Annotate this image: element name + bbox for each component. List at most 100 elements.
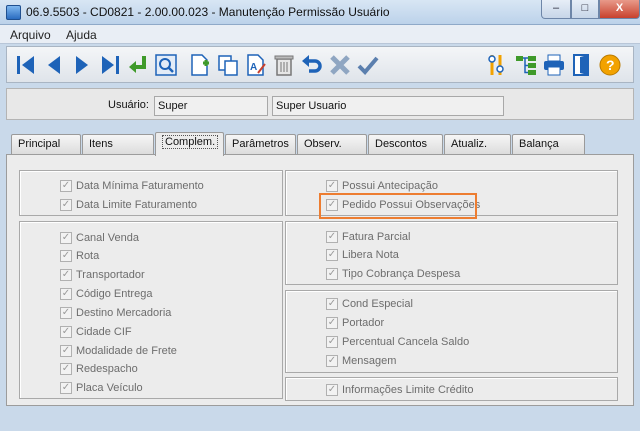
checkbox-label: Rota [76, 250, 100, 262]
checkbox[interactable]: ✓ [60, 307, 72, 319]
checkbox[interactable]: ✓ [60, 232, 72, 244]
checkbox[interactable]: ✓ [60, 199, 72, 211]
tab-complem[interactable]: Complem. [155, 132, 224, 156]
checkbox-row[interactable]: ✓ Data Mínima Faturamento [60, 180, 204, 192]
tab-observ[interactable]: Observ. [297, 134, 367, 154]
checkbox[interactable]: ✓ [326, 231, 338, 243]
checkbox-label: Cidade CIF [76, 326, 132, 338]
menu-bar: Arquivo Ajuda [0, 25, 640, 44]
tools-button[interactable] [485, 52, 511, 78]
checkbox[interactable]: ✓ [326, 355, 338, 367]
checkbox[interactable]: ✓ [326, 298, 338, 310]
tab-itens[interactable]: Itens [82, 134, 154, 154]
checkbox[interactable]: ✓ [60, 269, 72, 281]
new-record-button[interactable] [187, 52, 213, 78]
checkbox[interactable]: ✓ [326, 317, 338, 329]
user-code-field[interactable]: Super [154, 96, 268, 116]
undo-button[interactable] [299, 52, 325, 78]
cancel-button[interactable] [327, 52, 353, 78]
minimize-button[interactable]: – [541, 0, 571, 19]
checkbox-row[interactable]: ✓ Rota [60, 250, 99, 262]
tools-icon [488, 55, 504, 75]
next-record-button[interactable] [69, 52, 95, 78]
help-button[interactable]: ? [597, 52, 623, 78]
checkbox-row[interactable]: ✓ Cidade CIF [60, 326, 132, 338]
copy-icon [218, 55, 238, 76]
checkbox-label: Possui Antecipação [342, 180, 439, 192]
previous-record-icon [48, 56, 60, 74]
checkbox-row[interactable]: ✓ Informações Limite Crédito [326, 384, 473, 396]
checkbox[interactable]: ✓ [60, 382, 72, 394]
checkbox[interactable]: ✓ [60, 345, 72, 357]
toolbar: A ? [6, 46, 634, 83]
print-button[interactable] [541, 52, 567, 78]
checkbox-row[interactable]: ✓ Código Entrega [60, 288, 152, 300]
checkbox-row[interactable]: ✓ Mensagem [326, 355, 396, 367]
checkbox-row[interactable]: ✓ Libera Nota [326, 249, 399, 261]
menu-arquivo[interactable]: Arquivo [10, 28, 51, 42]
checkbox-label: Código Entrega [76, 288, 153, 300]
new-record-icon [191, 54, 209, 76]
checkbox[interactable]: ✓ [326, 180, 338, 192]
undo-icon [302, 55, 322, 73]
checkbox-row[interactable]: ✓ Destino Mercadoria [60, 307, 171, 319]
delete-icon [274, 55, 294, 76]
checkbox-label: Data Limite Faturamento [76, 199, 198, 211]
checkbox-row[interactable]: ✓ Possui Antecipação [326, 180, 438, 192]
checkbox-row[interactable]: ✓ Transportador [60, 269, 145, 281]
copy-button[interactable] [215, 52, 241, 78]
search-icon [155, 54, 177, 76]
checkbox[interactable]: ✓ [326, 249, 338, 261]
first-record-button[interactable] [13, 52, 39, 78]
checkbox-row[interactable]: ✓ Fatura Parcial [326, 231, 410, 243]
exit-button[interactable] [569, 52, 595, 78]
tab-content-panel: ✓ Data Mínima Faturamento ✓ Data Limite … [6, 154, 634, 406]
goto-button[interactable] [125, 52, 151, 78]
checkbox[interactable]: ✓ [326, 384, 338, 396]
tab-atualiz[interactable]: Atualiz. [444, 134, 511, 154]
checkbox[interactable]: ✓ [60, 288, 72, 300]
checkbox-row[interactable]: ✓ Canal Venda [60, 232, 139, 244]
checkbox-row[interactable]: ✓ Modalidade de Frete [60, 345, 177, 357]
previous-record-button[interactable] [41, 52, 67, 78]
maximize-button[interactable]: □ [571, 0, 599, 19]
checkbox[interactable]: ✓ [326, 336, 338, 348]
last-record-button[interactable] [97, 52, 123, 78]
tab-parametros[interactable]: Parâmetros [225, 134, 296, 154]
checkbox-label: Tipo Cobrança Despesa [342, 268, 461, 280]
tab-bar: Principal Itens Complem. Parâmetros Obse… [6, 132, 634, 156]
close-button[interactable]: X [599, 0, 640, 19]
checkbox[interactable]: ✓ [326, 268, 338, 280]
checkbox-row[interactable]: ✓ Placa Veículo [60, 382, 143, 394]
checkbox-row[interactable]: ✓ Cond Especial [326, 298, 413, 310]
checkbox-label: Portador [342, 317, 385, 329]
edit-icon: A [247, 54, 266, 76]
save-icon [357, 56, 379, 75]
checkbox-row[interactable]: ✓ Percentual Cancela Saldo [326, 336, 469, 348]
tab-descontos[interactable]: Descontos [368, 134, 443, 154]
title-bar: 06.9.5503 - CD0821 - 2.00.00.023 - Manut… [0, 0, 640, 25]
checkbox-label: Fatura Parcial [342, 231, 411, 243]
edit-button[interactable]: A [243, 52, 269, 78]
checkbox-row[interactable]: ✓ Portador [326, 317, 384, 329]
checkbox-label: Percentual Cancela Saldo [342, 336, 470, 348]
delete-button[interactable] [271, 52, 297, 78]
tree-button[interactable] [513, 52, 539, 78]
user-name-field[interactable]: Super Usuario [272, 96, 504, 116]
search-button[interactable] [153, 52, 179, 78]
checkbox-row[interactable]: ✓ Redespacho [60, 363, 138, 375]
tab-principal[interactable]: Principal [11, 134, 81, 154]
tab-balanca[interactable]: Balança [512, 134, 585, 154]
checkbox-label: Libera Nota [342, 249, 399, 261]
checkbox[interactable]: ✓ [60, 363, 72, 375]
checkbox[interactable]: ✓ [60, 250, 72, 262]
first-record-icon [17, 56, 34, 74]
checkbox[interactable]: ✓ [60, 180, 72, 192]
checkbox-row[interactable]: ✓ Data Limite Faturamento [60, 199, 197, 211]
checkbox-row[interactable]: ✓ Tipo Cobrança Despesa [326, 268, 460, 280]
save-button[interactable] [355, 52, 381, 78]
menu-ajuda[interactable]: Ajuda [66, 28, 97, 42]
checkbox[interactable]: ✓ [60, 326, 72, 338]
goto-icon [129, 56, 146, 73]
svg-text:A: A [250, 62, 257, 73]
